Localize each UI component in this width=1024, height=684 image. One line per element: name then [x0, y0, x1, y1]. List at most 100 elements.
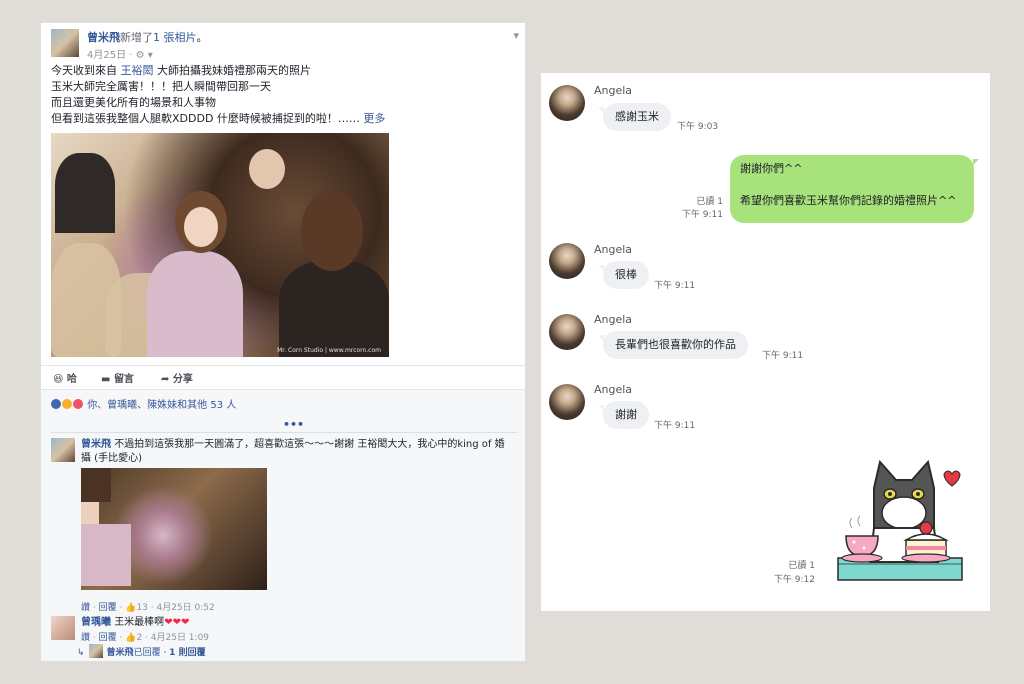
sender-name: Angela — [594, 84, 633, 97]
reactions-summary[interactable]: 你、曾瑀曦、陳姝妹和其他 53 人 — [51, 396, 236, 411]
comment-photo-hair — [81, 468, 111, 502]
chat-panel: Angela 感謝玉米 下午 9:03 已讀 1 下午 9:11 謝謝你們^^ … — [541, 73, 990, 611]
message-bubble[interactable]: 感謝玉米 — [598, 103, 671, 131]
post-photo[interactable]: Mr. Corn Studio | www.mrcorn.com — [51, 133, 389, 357]
commenter-name[interactable]: 曾米飛 — [81, 439, 111, 450]
reactions-text: 你、曾瑀曦、陳姝妹和其他 53 人 — [87, 400, 237, 411]
reply-author-name[interactable]: 曾米飛 — [107, 648, 134, 658]
photo-guest-hair — [301, 191, 363, 271]
photo-background-guest — [55, 153, 115, 233]
comment-like-link[interactable]: 讚 — [81, 603, 90, 613]
sender-avatar[interactable] — [549, 384, 585, 420]
post-action-text: 新增了 — [120, 31, 153, 44]
comment-date[interactable]: 4月25日 1:09 — [151, 633, 209, 643]
sticker-cake-filling — [906, 546, 946, 550]
comment-like-link[interactable]: 讚 — [81, 633, 90, 643]
comment-photo-figure — [81, 524, 131, 586]
share-icon: ➦ — [161, 374, 170, 385]
message-time: 下午 9:11 — [654, 281, 696, 291]
reply-action-text: 已回覆 — [133, 648, 161, 658]
sticker-cake-plate — [901, 553, 951, 563]
sticker-heart-icon — [943, 470, 961, 487]
post-date-line: 4月25日 · ⚙ ▾ — [87, 46, 153, 61]
sticker-teacup-dot — [862, 546, 866, 550]
post-text-line-2: 玉米大師完全厲害！！！把人瞬間帶回那一天 — [51, 80, 271, 93]
more-comments-indicator[interactable]: ••• — [283, 418, 304, 431]
sender-avatar[interactable] — [549, 85, 585, 121]
sticker-teacup — [845, 535, 879, 557]
commenter-avatar[interactable] — [51, 616, 75, 640]
commenter-name[interactable]: 曾瑀曦 — [81, 617, 111, 628]
like-button[interactable]: 😆 哈 — [53, 370, 77, 385]
sticker-teacup-dot — [852, 540, 856, 544]
comment-icon: ▬ — [101, 374, 111, 385]
comment-like-icon: 👍 — [125, 603, 137, 613]
comment-body: 王米最棒啊 — [114, 617, 165, 628]
comment-body: 不過拍到這張我那一天圓滿了，超喜歡這張～～～謝謝 王裕閎大大，我心中的king … — [81, 439, 505, 464]
privacy-icon[interactable]: · ⚙ ▾ — [129, 50, 153, 61]
like-reaction-icon — [51, 399, 61, 409]
haha-icon: 😆 — [53, 374, 64, 385]
author-avatar[interactable] — [51, 29, 79, 57]
comment-photo-chair — [81, 586, 121, 590]
comment-like-icon: 👍 — [125, 633, 137, 643]
outgoing-message-bubble[interactable]: 謝謝你們^^ 希望你們喜歡玉米幫你們記錄的婚禮照片^^ — [730, 155, 979, 223]
comment-like-count: 13 — [136, 603, 148, 613]
post-text-line-4: 但看到這張我整個人腿軟XDDDD 什麼時候被捕捉到的啦！…… 更多 — [51, 112, 386, 125]
cat-with-cake-sticker[interactable] — [834, 458, 964, 588]
haha-reaction-icon — [62, 399, 72, 409]
sticker-cat-pupil-right — [916, 492, 920, 496]
message-bubble[interactable]: 長輩們也很喜歡你的作品 — [598, 331, 748, 359]
sender-name: Angela — [594, 383, 633, 396]
sender-avatar[interactable] — [549, 314, 585, 350]
post-options-chevron-icon[interactable]: ▾ — [513, 29, 519, 42]
sticker-cat-pupil-left — [888, 492, 892, 496]
photographer-tag-link[interactable]: 王裕閎 — [121, 64, 154, 77]
comments-divider — [51, 432, 517, 433]
photo-bride-face — [184, 207, 218, 247]
message-bubble[interactable]: 很棒 — [598, 261, 649, 289]
share-button[interactable]: ➦ 分享 — [161, 370, 193, 385]
message-time: 下午 9:11 — [681, 210, 723, 220]
love-reaction-icon — [73, 399, 83, 409]
author-name-link[interactable]: 曾米飛 — [87, 31, 120, 44]
comment-meta: 讚 · 回覆 · 👍13 · 4月25日 0:52 — [81, 603, 215, 613]
comment-date[interactable]: 4月25日 0:52 — [156, 603, 214, 613]
sender-avatar[interactable] — [549, 243, 585, 279]
sender-name: Angela — [594, 243, 633, 256]
reply-count[interactable]: 1 則回覆 — [169, 648, 205, 658]
photo-count-link[interactable]: 1 張相片 — [153, 31, 197, 44]
read-receipt: 已讀 1 — [696, 197, 723, 207]
message-line-2: 希望你們喜歡玉米幫你們記錄的婚禮照片^^ — [740, 194, 957, 207]
replies-summary[interactable]: ↳ 曾米飛已回覆 · 1 則回覆 — [77, 644, 206, 658]
message-time: 下午 9:03 — [677, 122, 719, 132]
post-body-text: 今天收到來自 王裕閎 大師拍攝我妹婚禮那兩天的照片 玉米大師完全厲害！！！把人瞬… — [51, 63, 517, 127]
sticker-strawberry — [919, 521, 933, 535]
commenter-avatar[interactable] — [51, 438, 75, 462]
comment-meta: 讚 · 回覆 · 👍2 · 4月25日 1:09 — [81, 633, 210, 643]
sticker-saucer — [841, 553, 883, 563]
sender-name: Angela — [594, 313, 633, 326]
facebook-post-card: ▾ 曾米飛新增了1 張相片。 4月25日 · ⚙ ▾ 今天收到來自 王裕閎 大師… — [40, 22, 526, 662]
comment-reply-link[interactable]: 回覆 — [99, 633, 117, 643]
photo-background-face — [249, 149, 285, 189]
comments-section: 你、曾瑀曦、陳姝妹和其他 53 人 ••• 曾米飛 不過拍到這張我那一天圓滿了，… — [41, 389, 525, 661]
post-date[interactable]: 4月25日 — [87, 50, 126, 61]
comment-photo[interactable] — [81, 468, 267, 590]
post-action-bar: 😆 哈 ▬ 留言 ➦ 分享 — [41, 365, 525, 388]
message-bubble[interactable]: 謝謝 — [598, 401, 649, 429]
post-text-line-3: 而且還更美化所有的場景和人事物 — [51, 96, 216, 109]
photo-bride-figure — [147, 251, 243, 357]
reply-arrow-icon: ↳ — [77, 648, 85, 658]
see-more-link[interactable]: 更多 — [363, 112, 385, 125]
comment-button[interactable]: ▬ 留言 — [101, 370, 134, 385]
sticker-steam — [849, 515, 861, 529]
sticker-cat-muzzle — [881, 496, 927, 530]
photo-guest-figure — [279, 261, 389, 357]
comment-text: 曾瑀曦 王米最棒啊❤❤❤ — [81, 616, 511, 630]
comment-text: 曾米飛 不過拍到這張我那一天圓滿了，超喜歡這張～～～謝謝 王裕閎大大，我心中的k… — [81, 438, 511, 466]
comment-reply-link[interactable]: 回覆 — [99, 603, 117, 613]
message-line-1: 謝謝你們^^ — [740, 162, 803, 175]
post-text-line-1: 今天收到來自 王裕閎 大師拍攝我妹婚禮那兩天的照片 — [51, 64, 311, 77]
